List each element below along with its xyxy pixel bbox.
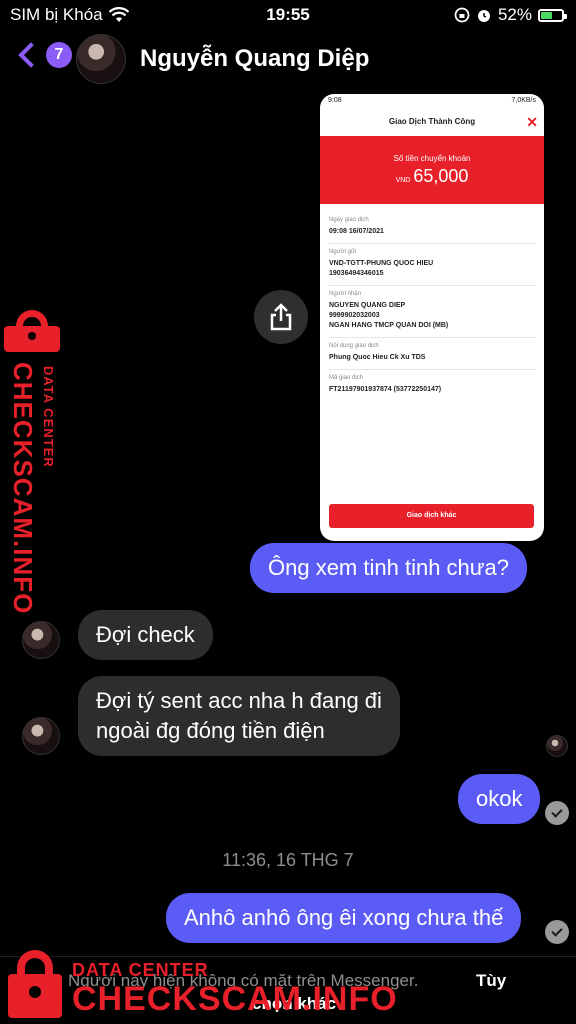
message-incoming[interactable]: Đợi tý sent acc nha h đang đi ngoài đg đ… xyxy=(78,676,400,756)
message-outgoing[interactable]: okok xyxy=(458,774,541,824)
watermark-bottom: DATA CENTER CHECKSCAM.INFO xyxy=(0,948,576,1024)
field-label: Người nhận xyxy=(329,291,361,297)
back-button[interactable]: 7 xyxy=(14,42,72,68)
field-recipient: Người nhận NGUYEN QUANG DIEP 99999020320… xyxy=(329,286,535,338)
image-status-time: 9:08 xyxy=(328,97,342,104)
rotation-lock-icon xyxy=(454,7,470,23)
message-text-line: Đợi tý sent acc nha h đang đi xyxy=(96,688,382,713)
battery-icon xyxy=(538,8,567,22)
status-right: 52% xyxy=(454,5,567,25)
share-icon xyxy=(270,303,292,331)
image-title-bar: Giao Dịch Thành Công ✕ xyxy=(320,108,544,136)
watermark-side: CHECKSCAM.INFO DATA CENTER xyxy=(4,310,64,614)
close-icon: ✕ xyxy=(526,114,538,130)
field-transaction-id: Mã giao dịch FT21197901937874 (537722501… xyxy=(329,370,535,401)
sender-avatar[interactable] xyxy=(22,621,60,659)
watermark-site-vertical: CHECKSCAM.INFO xyxy=(8,362,38,615)
other-transaction-button: Giao dịch khác xyxy=(329,504,534,528)
amount-row: VND 65,000 xyxy=(320,166,544,187)
transaction-fields: Ngày giao dịch 09:08 16/07/2021 Người gử… xyxy=(320,204,544,401)
field-date: Ngày giao dịch 09:08 16/07/2021 xyxy=(329,212,535,244)
amount-currency: VND xyxy=(395,177,411,184)
field-label: Người gửi xyxy=(329,249,357,255)
message-incoming[interactable]: Đợi check xyxy=(78,610,213,660)
unread-badge: 7 xyxy=(46,42,72,68)
message-text-line: ngoài đg đóng tiền điện xyxy=(96,718,325,743)
watermark-site: CHECKSCAM.INFO xyxy=(72,980,398,1018)
amount-value: 65,000 xyxy=(413,166,469,186)
sent-check-icon xyxy=(545,801,569,825)
watermark-datacenter: DATA CENTER xyxy=(72,960,209,980)
chevron-left-icon xyxy=(18,42,44,68)
message-text: Anhô anhô ông êi xong chưa thế xyxy=(184,905,504,930)
contact-avatar[interactable] xyxy=(76,34,126,84)
conversation-header: 7 Nguyễn Quang Diệp xyxy=(0,32,576,88)
field-sender: Người gửi VND-TGTT-PHUNG QUOC HIEU 19036… xyxy=(329,244,535,286)
amount-label: Số tiền chuyển khoản xyxy=(393,154,471,163)
message-text: Đợi check xyxy=(96,622,195,647)
status-bar: SIM bị Khóa 19:55 52% xyxy=(0,0,576,30)
shared-image[interactable]: 9:08 7,0KB/s Giao Dịch Thành Công ✕ Số t… xyxy=(320,94,544,541)
field-value: FT21197901937874 (53772250147) xyxy=(329,386,442,393)
field-label: Mã giao dịch xyxy=(329,375,364,381)
image-status-bar: 9:08 7,0KB/s xyxy=(320,94,544,108)
read-receipt-avatar xyxy=(546,735,568,757)
contact-name[interactable]: Nguyễn Quang Diệp xyxy=(140,45,369,73)
battery-percent: 52% xyxy=(497,5,532,24)
field-value: Phung Quoc Hieu Ck Xu TDS xyxy=(329,354,426,361)
image-status-right: 7,0KB/s xyxy=(511,97,536,104)
watermark-datacenter-vertical: DATA CENTER xyxy=(41,366,56,468)
field-value: VND-TGTT-PHUNG QUOC HIEU 19036494346015 xyxy=(329,260,434,277)
transaction-title: Giao Dịch Thành Công xyxy=(388,117,476,126)
lock-icon xyxy=(4,310,60,354)
message-text: Ông xem tinh tinh chưa? xyxy=(268,555,509,580)
alarm-icon xyxy=(477,10,490,22)
amount-panel: Số tiền chuyển khoản VND 65,000 xyxy=(320,136,544,204)
field-value: 09:08 16/07/2021 xyxy=(329,228,384,235)
message-text: okok xyxy=(476,786,523,811)
lock-icon xyxy=(8,948,62,1020)
field-content: Nội dung giao dịch Phung Quoc Hieu Ck Xu… xyxy=(329,338,535,370)
sender-avatar[interactable] xyxy=(22,717,60,755)
field-value: NGUYEN QUANG DIEP 9999902032003 NGAN HAN… xyxy=(329,302,449,329)
field-label: Nội dung giao dịch xyxy=(329,343,379,349)
sent-check-icon xyxy=(545,920,569,944)
message-outgoing[interactable]: Anhô anhô ông êi xong chưa thế xyxy=(166,893,522,943)
timestamp-divider: 11:36, 16 THG 7 xyxy=(222,850,354,870)
message-outgoing[interactable]: Ông xem tinh tinh chưa? xyxy=(250,543,527,593)
share-button[interactable] xyxy=(254,290,308,344)
field-label: Ngày giao dịch xyxy=(329,217,369,223)
